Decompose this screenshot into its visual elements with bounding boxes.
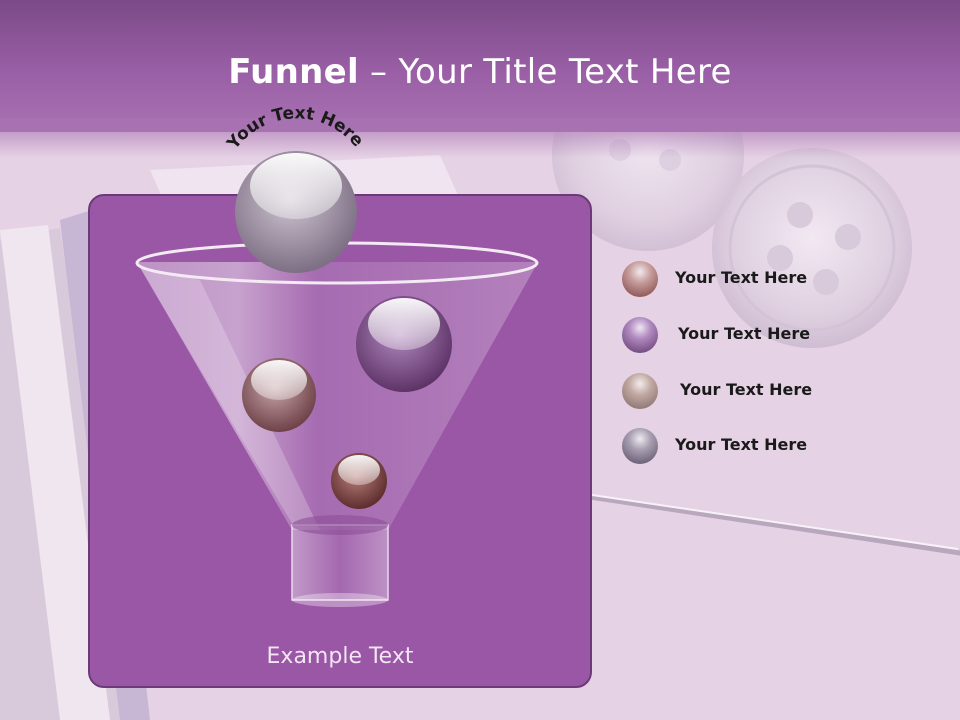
legend-label: Your Text Here — [678, 324, 811, 343]
legend-label: Your Text Here — [675, 268, 808, 287]
legend-label: Your Text Here — [675, 435, 808, 454]
sphere-left — [242, 358, 316, 432]
legend-sphere-icon — [622, 428, 658, 464]
legend-label: Your Text Here — [680, 380, 813, 399]
funnel-tube — [291, 524, 389, 601]
sphere-right — [356, 296, 452, 392]
svg-text:Your Text Here: Your Text Here — [223, 103, 368, 154]
arc-title-text: Your Text Here — [223, 103, 368, 154]
example-text: Example Text — [266, 644, 414, 669]
legend-sphere-icon — [622, 373, 658, 409]
legend-sphere-icon — [622, 261, 658, 297]
funnel-diagram: Your Text Here — [135, 103, 539, 607]
sphere-bottom — [331, 453, 387, 509]
sphere-top — [235, 151, 357, 273]
legend-sphere-icon — [622, 317, 658, 353]
